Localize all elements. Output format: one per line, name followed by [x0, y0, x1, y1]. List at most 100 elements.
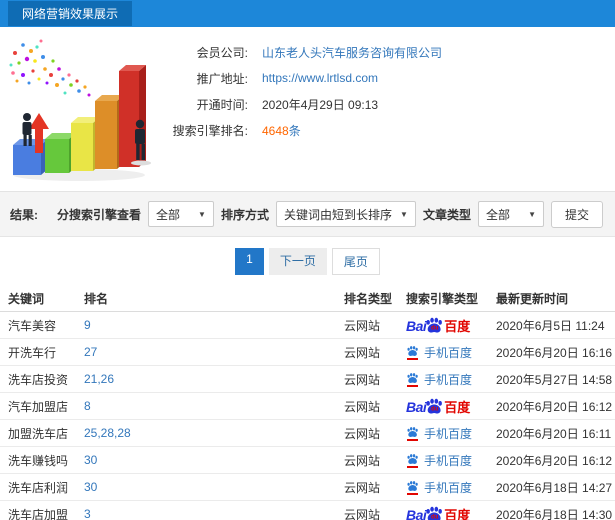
- mobile-baidu-label: 手机百度: [424, 345, 473, 360]
- mobile-baidu-paw-icon: [406, 453, 419, 468]
- last-page-button[interactable]: 尾页: [331, 248, 380, 275]
- rank-link[interactable]: 8: [84, 399, 344, 413]
- table-row: 汽车加盟店 8 云网站 Bai du 百度 2020年6月20日 16:12: [0, 393, 615, 420]
- update-time-cell: 2020年6月18日 14:30: [496, 507, 613, 520]
- sort-select[interactable]: 关键词由短到长排序 ▼: [275, 201, 416, 227]
- rank-link[interactable]: 30: [84, 480, 344, 494]
- rank-type-cell: 云网站: [344, 426, 381, 441]
- table-row: 汽车美容 9 云网站 Bai du 百度 2020年6月5日 11:24: [0, 312, 615, 339]
- mobile-baidu-paw-icon: [406, 372, 419, 387]
- table-row: 洗车店加盟 3 云网站 Bai du 百度 2020年6月18日 14:30: [0, 501, 615, 520]
- header-rank: 排名: [84, 291, 109, 306]
- baidu-du-text: du: [431, 407, 439, 413]
- marketing-effect-page: 网络营销效果展示 会员公司: 山东老人头汽车服务咨询有限公司 推广地址: htt…: [0, 0, 615, 520]
- mobile-baidu-label: 手机百度: [424, 372, 473, 387]
- rank-type-cell: 云网站: [344, 372, 381, 387]
- table-header-row: 关键词 排名 排名类型 搜索引擎类型 最新更新时间: [0, 285, 615, 312]
- rank-type-cell: 云网站: [344, 480, 381, 495]
- engine-cell: Bai du 百度: [406, 316, 496, 334]
- member-info: 会员公司: 山东老人头汽车服务咨询有限公司 推广地址: https://www.…: [162, 27, 442, 191]
- keyword-cell: 汽车加盟店: [8, 399, 69, 414]
- header-rank-type: 排名类型: [344, 291, 393, 306]
- rank-link[interactable]: 27: [84, 345, 344, 359]
- engine-filter-label: 分搜索引擎查看: [56, 207, 141, 222]
- mobile-baidu-paw-icon: [406, 345, 419, 360]
- rank-type-cell: 云网站: [344, 318, 381, 333]
- table-row: 洗车店利润 30 云网站 手机百度 2020年6月18日 14:27: [0, 474, 615, 501]
- rank-link[interactable]: 21,26: [84, 372, 344, 386]
- engine-cell: 手机百度: [406, 344, 496, 361]
- chevron-down-icon: ▼: [528, 209, 536, 219]
- table-row: 开洗车行 27 云网站 手机百度 2020年6月20日 16:16: [0, 339, 615, 366]
- baidu-logo-bai: Bai: [406, 318, 427, 334]
- mobile-baidu-logo: 手机百度: [406, 371, 472, 388]
- baidu-logo-bai: Bai: [406, 507, 427, 520]
- baidu-logo: Bai du 百度: [406, 316, 470, 333]
- rank-type-cell: 云网站: [344, 507, 381, 520]
- info-row-url: 推广地址: https://www.lrtlsd.com: [162, 65, 442, 91]
- top-bar: 网络营销效果展示: [0, 0, 615, 27]
- rank-type-cell: 云网站: [344, 453, 381, 468]
- growth-chart-clipart: [9, 39, 151, 181]
- mobile-baidu-label: 手机百度: [424, 480, 473, 495]
- filter-bar: 结果: 分搜索引擎查看 全部 ▼ 排序方式 关键词由短到长排序 ▼ 文章类型 全…: [0, 191, 615, 237]
- rank-count-number: 4648: [262, 123, 289, 138]
- rank-link[interactable]: 9: [84, 318, 344, 332]
- filter-controls: 分搜索引擎查看 全部 ▼ 排序方式 关键词由短到长排序 ▼ 文章类型 全部 ▼ …: [56, 200, 603, 228]
- keyword-cell: 汽车美容: [8, 318, 57, 333]
- page-1-button[interactable]: 1: [235, 248, 264, 275]
- info-row-open-time: 开通时间: 2020年4月29日 09:13: [162, 91, 442, 117]
- page-title-tab[interactable]: 网络营销效果展示: [8, 1, 133, 26]
- engine-filter-value: 全部: [155, 207, 180, 222]
- header-update-time: 最新更新时间: [496, 291, 569, 306]
- promo-url-link[interactable]: https://www.lrtlsd.com: [262, 71, 378, 85]
- keyword-cell: 开洗车行: [8, 345, 57, 360]
- rank-link[interactable]: 25,28,28: [84, 426, 344, 440]
- baidu-paw-icon: du: [425, 505, 443, 520]
- mobile-baidu-paw-icon: [406, 480, 419, 495]
- keyword-cell: 洗车赚钱吗: [8, 453, 69, 468]
- baidu-logo-cn: 百度: [444, 319, 471, 334]
- rank-count-value: 4648条: [262, 122, 301, 139]
- submit-button[interactable]: 提交: [550, 200, 603, 228]
- mobile-baidu-logo: 手机百度: [406, 479, 472, 496]
- company-label: 会员公司:: [196, 45, 248, 60]
- article-type-select[interactable]: 全部 ▼: [477, 201, 544, 227]
- engine-cell: Bai du 百度: [406, 397, 496, 415]
- rank-link[interactable]: 3: [84, 507, 344, 520]
- header-keyword: 关键词: [8, 291, 45, 306]
- result-label: 结果:: [10, 207, 38, 222]
- next-page-button[interactable]: 下一页: [268, 248, 327, 275]
- engine-cell: Bai du 百度: [406, 505, 496, 520]
- pagination: 1 下一页 尾页: [0, 237, 615, 285]
- baidu-paw-icon: du: [425, 316, 443, 334]
- baidu-logo-bai: Bai: [406, 399, 427, 415]
- confetti-dots: [9, 39, 91, 97]
- top-section: 会员公司: 山东老人头汽车服务咨询有限公司 推广地址: https://www.…: [0, 27, 615, 191]
- baidu-paw-icon: du: [425, 397, 443, 415]
- rank-type-cell: 云网站: [344, 345, 381, 360]
- engine-filter-select[interactable]: 全部 ▼: [147, 201, 214, 227]
- engine-cell: 手机百度: [406, 425, 496, 442]
- keyword-cell: 洗车店加盟: [8, 507, 69, 520]
- rank-link[interactable]: 30: [84, 453, 344, 467]
- chevron-down-icon: ▼: [198, 209, 206, 219]
- baidu-logo: Bai du 百度: [406, 397, 470, 414]
- company-link[interactable]: 山东老人头汽车服务咨询有限公司: [262, 44, 442, 61]
- chevron-down-icon: ▼: [400, 209, 408, 219]
- sort-label: 排序方式: [220, 207, 269, 222]
- keyword-cell: 洗车店利润: [8, 480, 69, 495]
- rank-count-unit: 条: [288, 123, 301, 138]
- article-type-value: 全部: [485, 207, 510, 222]
- rank-type-cell: 云网站: [344, 399, 381, 414]
- update-time-cell: 2020年5月27日 14:58: [496, 372, 613, 387]
- baidu-logo-cn: 百度: [444, 508, 471, 520]
- baidu-du-text: du: [431, 515, 439, 520]
- keyword-cell: 加盟洗车店: [8, 426, 69, 441]
- table-row: 洗车赚钱吗 30 云网站 手机百度 2020年6月20日 16:12: [0, 447, 615, 474]
- mobile-baidu-label: 手机百度: [424, 453, 473, 468]
- sort-value: 关键词由短到长排序: [283, 207, 392, 222]
- info-row-rank-count: 搜索引擎排名: 4648条: [162, 117, 442, 143]
- open-time-value: 2020年4月29日 09:13: [262, 97, 379, 112]
- update-time-cell: 2020年6月20日 16:12: [496, 453, 613, 468]
